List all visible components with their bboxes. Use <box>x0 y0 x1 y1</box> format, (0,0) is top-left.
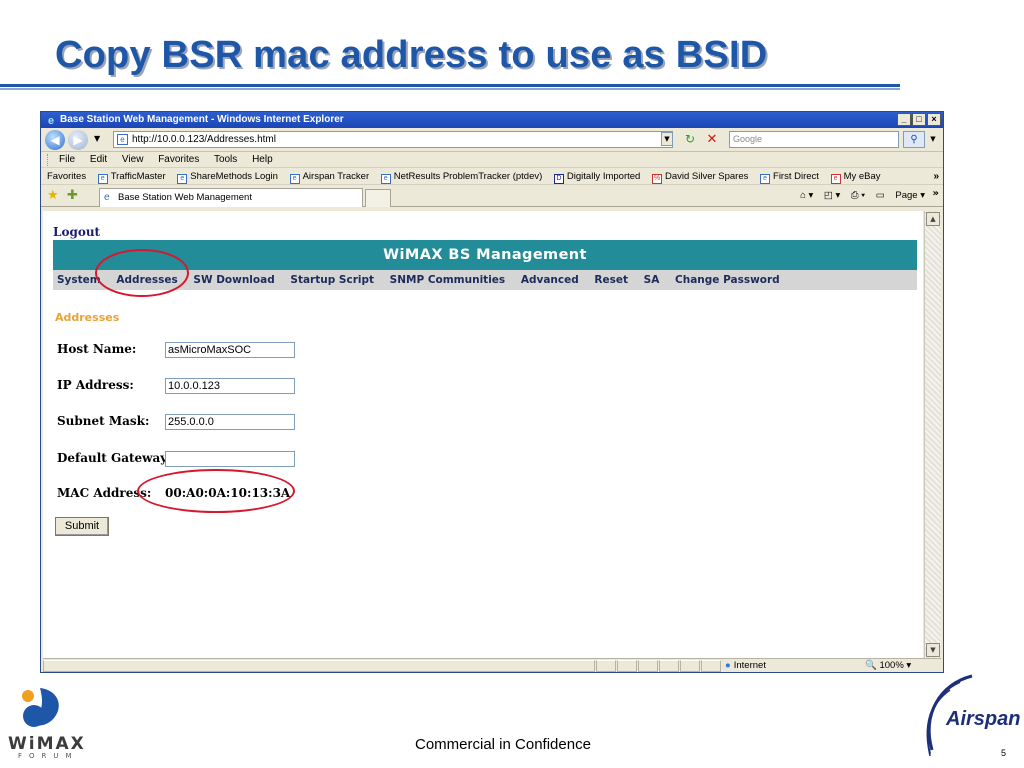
tab-base-station[interactable]: e Base Station Web Management <box>99 188 363 207</box>
favorite-link[interactable]: e Airspan Tracker <box>289 171 369 184</box>
tab-bar: ★ ✚ e Base Station Web Management ⌂ ▾ ◰ ▾… <box>41 185 943 207</box>
favorites-star-icon[interactable]: ★ <box>47 188 59 203</box>
minimize-button[interactable]: _ <box>897 113 911 126</box>
nav-system[interactable]: System <box>57 274 101 286</box>
nav-snmp-communities[interactable]: SNMP Communities <box>390 274 506 286</box>
web-content: Logout WiMAX BS Management System Addres… <box>43 211 923 658</box>
scroll-down-icon[interactable]: ▼ <box>926 643 940 657</box>
page-icon: e <box>177 174 188 184</box>
page-number: 5 <box>1001 748 1007 758</box>
default-gateway-input[interactable] <box>165 451 295 467</box>
addresses-highlight-ellipse <box>95 249 189 297</box>
vertical-scrollbar[interactable]: ▲ ▼ <box>924 211 941 658</box>
scroll-up-icon[interactable]: ▲ <box>926 212 940 226</box>
ip-address-input[interactable]: 10.0.0.123 <box>165 378 295 394</box>
status-bar: ● Internet 🔍 100% ▾ <box>43 658 941 672</box>
nav-startup-script[interactable]: Startup Script <box>290 274 374 286</box>
subnet-mask-input[interactable]: 255.0.0.0 <box>165 414 295 430</box>
nav-advanced[interactable]: Advanced <box>521 274 579 286</box>
wimax-logo-subtext: FORUM <box>18 752 79 760</box>
menu-view[interactable]: View <box>122 154 144 165</box>
default-gateway-label: Default Gateway: <box>57 451 172 465</box>
page-icon: e <box>289 174 300 184</box>
favorite-link[interactable]: D Digitally Imported <box>553 171 640 184</box>
airspan-logo-text: Airspan <box>946 708 1021 730</box>
favorite-link[interactable]: e TrafficMaster <box>97 171 166 184</box>
subnet-mask-label: Subnet Mask: <box>57 414 150 428</box>
title-underline <box>0 84 900 92</box>
ie-logo-icon: e <box>104 192 110 203</box>
security-zone[interactable]: ● Internet <box>725 659 766 672</box>
favorites-label[interactable]: Favorites <box>47 171 86 182</box>
search-icon[interactable]: ⚲ <box>903 131 925 148</box>
feeds-icon[interactable]: ◰ ▾ <box>824 190 840 201</box>
menu-file[interactable]: File <box>59 154 75 165</box>
page-icon: e <box>97 174 108 184</box>
browser-window: e Base Station Web Management - Windows I… <box>40 111 944 673</box>
nav-sa[interactable]: SA <box>644 274 660 286</box>
nav-reset[interactable]: Reset <box>594 274 628 286</box>
ebay-icon: e <box>830 174 841 184</box>
more-commands-icon[interactable]: » <box>933 188 939 199</box>
zoom-icon: 🔍 <box>865 660 877 671</box>
host-name-label: Host Name: <box>57 342 137 356</box>
menu-edit[interactable]: Edit <box>90 154 107 165</box>
di-icon: D <box>553 174 564 184</box>
logout-link[interactable]: Logout <box>53 225 100 239</box>
stop-icon[interactable]: ✕ <box>703 131 721 148</box>
window-titlebar: e Base Station Web Management - Windows I… <box>41 112 943 128</box>
page-menu[interactable]: ▭ Page ▾ <box>876 190 925 201</box>
globe-icon: ● <box>725 660 731 671</box>
command-bar: ⌂ ▾ ◰ ▾ ⎙ ▾ ▭ Page ▾ <box>792 188 925 204</box>
nav-sw-download[interactable]: SW Download <box>193 274 274 286</box>
maximize-button[interactable]: □ <box>912 113 926 126</box>
wimax-logo-text: WiMAX <box>8 734 86 754</box>
close-button[interactable]: × <box>927 113 941 126</box>
add-favorite-icon[interactable]: ✚ <box>67 188 78 203</box>
mac-highlight-ellipse <box>137 469 295 513</box>
new-tab-button[interactable] <box>365 189 391 207</box>
tab-title: Base Station Web Management <box>118 192 252 203</box>
favorite-link[interactable]: e My eBay <box>830 171 881 184</box>
parts-icon: % <box>651 174 662 184</box>
search-options-icon[interactable]: ▼ <box>927 131 939 148</box>
forward-button[interactable]: ▶ <box>68 130 88 150</box>
ip-address-label: IP Address: <box>57 378 134 392</box>
ie-logo-icon: e <box>47 115 55 127</box>
url-input[interactable]: e http://10.0.0.123/Addresses.html <box>113 131 673 148</box>
footer-text: Commercial in Confidence <box>415 736 591 753</box>
protected-mode-icon[interactable] <box>701 660 721 672</box>
favorite-link[interactable]: % David Silver Spares <box>651 171 748 184</box>
url-text: http://10.0.0.123/Addresses.html <box>132 134 276 145</box>
favorite-link[interactable]: e ShareMethods Login <box>177 171 278 184</box>
back-button[interactable]: ◀ <box>45 130 65 150</box>
menu-tools[interactable]: Tools <box>214 154 237 165</box>
home-icon[interactable]: ⌂ ▾ <box>800 190 813 201</box>
submit-button[interactable]: Submit <box>55 517 109 536</box>
window-title: Base Station Web Management - Windows In… <box>60 114 344 125</box>
page-icon: e <box>380 174 391 184</box>
nav-change-password[interactable]: Change Password <box>675 274 780 286</box>
address-bar: ◀ ▶ ▼ e http://10.0.0.123/Addresses.html … <box>41 128 943 152</box>
section-title: Addresses <box>55 311 120 324</box>
menu-favorites[interactable]: Favorites <box>158 154 199 165</box>
page-icon: e <box>760 174 771 184</box>
host-name-input[interactable]: asMicroMaxSOC <box>165 342 295 358</box>
menu-bar: File Edit View Favorites Tools Help <box>41 152 943 168</box>
page-icon: e <box>117 134 128 145</box>
favorites-bar: Favorites e TrafficMaster e ShareMethods L… <box>41 168 943 185</box>
url-dropdown-icon[interactable]: ▼ <box>661 132 673 146</box>
search-input[interactable]: Google <box>729 131 899 148</box>
refresh-icon[interactable]: ↻ <box>681 131 699 148</box>
menu-help[interactable]: Help <box>252 154 273 165</box>
history-dropdown-icon[interactable]: ▼ <box>94 134 100 143</box>
favorite-link[interactable]: e NetResults ProblemTracker (ptdev) <box>380 171 542 184</box>
favorite-link[interactable]: e First Direct <box>760 171 819 184</box>
more-favorites-icon[interactable]: » <box>933 168 939 184</box>
slide-title: Copy BSR mac address to use as BSID <box>55 34 768 76</box>
print-icon[interactable]: ⎙ ▾ <box>851 190 865 201</box>
